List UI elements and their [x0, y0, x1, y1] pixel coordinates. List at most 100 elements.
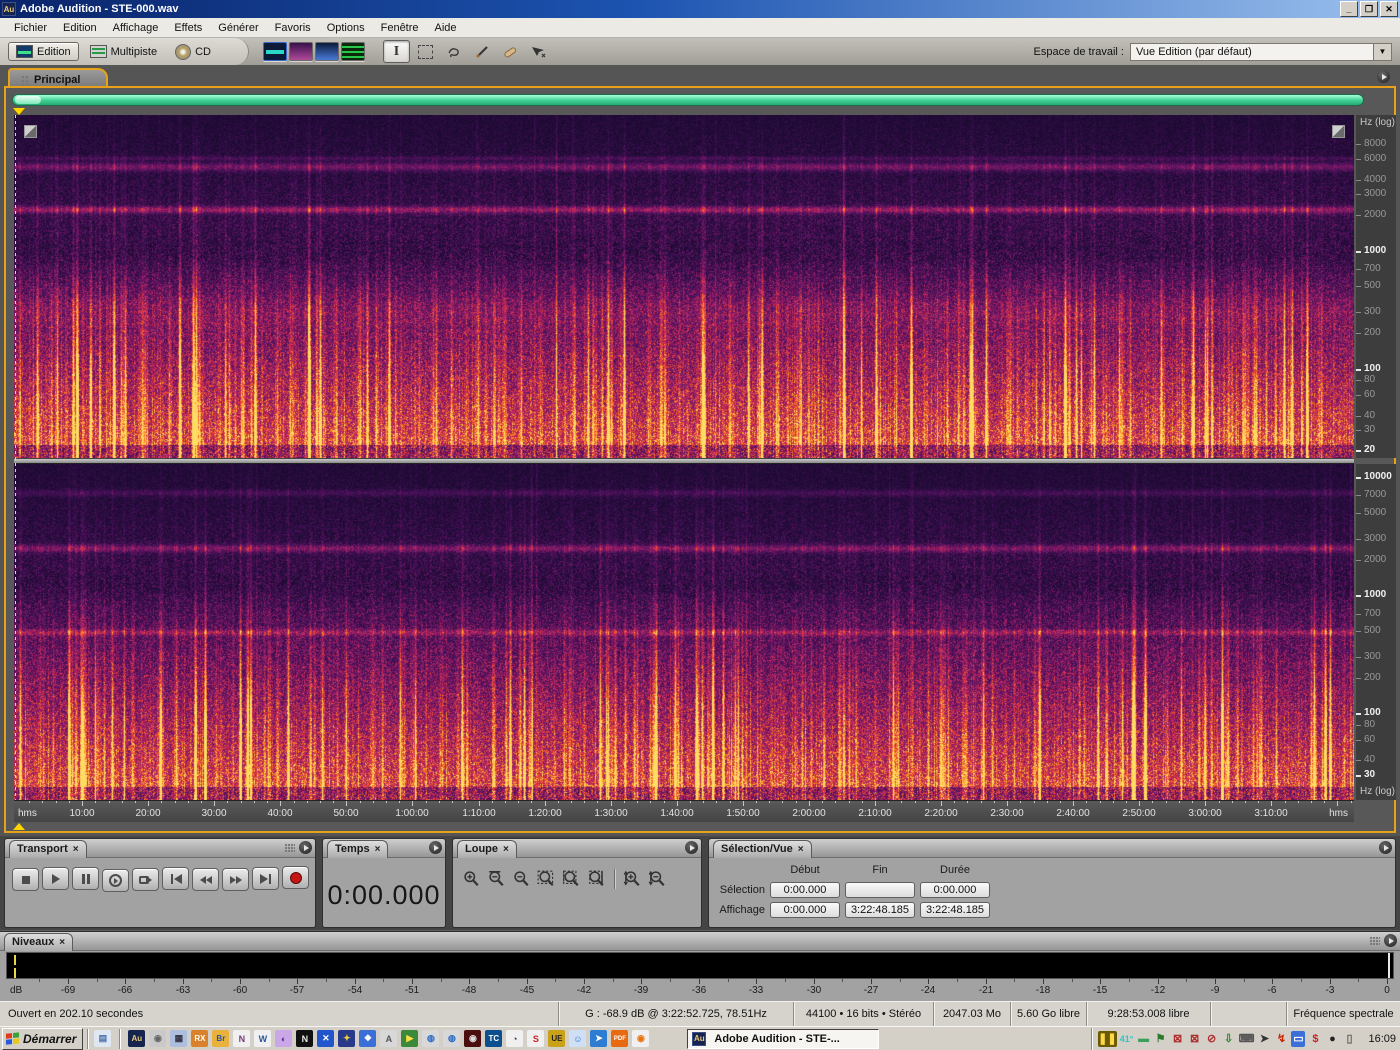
time-field[interactable]: 3:22:48.185 [845, 901, 915, 918]
close-tab-icon[interactable]: × [798, 844, 804, 855]
close-tab-icon[interactable]: × [59, 937, 65, 948]
pointer-tray-icon[interactable]: ➤ [1257, 1031, 1271, 1047]
panel-menu-icon[interactable] [685, 841, 698, 854]
globe-icon-1[interactable]: ◍ [422, 1030, 440, 1047]
level-meter[interactable] [6, 952, 1394, 979]
currency-tray-icon[interactable]: $ [1308, 1031, 1322, 1047]
menu-item-favoris[interactable]: Favoris [267, 20, 319, 36]
menu-item-fentre[interactable]: Fenêtre [373, 20, 427, 36]
pricetag-icon[interactable]: ❖ [359, 1030, 377, 1047]
audition-quicklaunch-icon[interactable]: Au [128, 1030, 146, 1047]
flag-tray-icon[interactable]: ⚑ [1154, 1031, 1168, 1047]
thunderbird-icon[interactable]: ➤ [590, 1030, 608, 1047]
fast-forward-button[interactable] [222, 868, 249, 891]
mouse-tray-icon[interactable]: ● [1325, 1031, 1339, 1047]
turbocad-icon[interactable]: TC [485, 1030, 503, 1047]
mode-tab-cd[interactable]: CD [168, 42, 218, 62]
spectral-frequency-display-icon[interactable] [289, 42, 313, 61]
time-ruler[interactable]: hms hms 10:00 20:00 30:00 40:00 50:00 1:00:00 1:… [14, 800, 1354, 822]
go-to-end-button[interactable] [252, 867, 279, 890]
word-icon[interactable]: W [254, 1030, 272, 1047]
zoom-to-selection-button[interactable] [534, 868, 559, 889]
panel-menu-icon[interactable] [299, 841, 312, 854]
calculator-icon[interactable]: ▦ [170, 1030, 188, 1047]
effects-paintbrush-tool-icon[interactable] [469, 41, 494, 62]
menu-item-aide[interactable]: Aide [427, 20, 465, 36]
record-button[interactable] [282, 866, 309, 889]
zoom-selection-right-button[interactable] [584, 868, 609, 889]
temps-tab[interactable]: Temps × [327, 839, 389, 858]
netscape-icon[interactable]: N [296, 1030, 314, 1047]
marquee-selection-tool-icon[interactable] [413, 41, 438, 62]
menu-item-edition[interactable]: Edition [55, 20, 105, 36]
play-from-cursor-button[interactable] [102, 869, 129, 892]
zoom-in-vertical-button[interactable] [620, 868, 645, 889]
pdf-icon[interactable]: PDF [611, 1030, 629, 1047]
playhead-bottom-marker[interactable] [13, 823, 25, 830]
zoom-in-button[interactable] [459, 868, 484, 889]
ultraedit-icon[interactable]: UE [548, 1030, 566, 1047]
horizontal-scrollbar[interactable] [12, 94, 1364, 106]
time-field[interactable]: 3:22:48.185 [920, 901, 990, 918]
onenote-icon[interactable]: N [233, 1030, 251, 1047]
waveform-display-icon[interactable] [263, 42, 287, 61]
display-tray-icon[interactable]: ▭ [1291, 1030, 1306, 1047]
scanner-tray-icon[interactable]: ⌨ [1239, 1031, 1255, 1047]
globe-icon-2[interactable]: ◍ [443, 1030, 461, 1047]
time-field[interactable]: 0:00.000 [920, 881, 990, 898]
starburst-icon[interactable]: ✦ [338, 1030, 356, 1047]
time-selection-tool-icon[interactable]: I [383, 40, 410, 63]
spectral-pan-display-icon[interactable] [315, 42, 339, 61]
pause-button[interactable] [72, 867, 99, 890]
zoom-out-vertical-button[interactable] [645, 868, 670, 889]
notes-tray-icon[interactable]: ▯ [1342, 1031, 1356, 1047]
selection-vue-tab[interactable]: Sélection/Vue × [713, 839, 812, 858]
panel-menu-icon[interactable] [1377, 70, 1390, 83]
player-icon[interactable]: ◉ [149, 1030, 167, 1047]
zoom-out-button[interactable] [509, 868, 534, 889]
corner-handle-icon-right[interactable] [1332, 125, 1345, 138]
network-offline-tray-icon-2[interactable]: ⊠ [1188, 1031, 1202, 1047]
close-tab-icon[interactable]: × [375, 844, 381, 855]
play-button[interactable] [42, 867, 69, 890]
network-offline-tray-icon-1[interactable]: ⊠ [1171, 1031, 1185, 1047]
messenger-icon[interactable]: ☺ [569, 1030, 587, 1047]
mode-tab-multipiste[interactable]: Multipiste [83, 43, 164, 60]
spectral-phase-display-icon[interactable] [341, 42, 365, 61]
task-button-audition[interactable]: Au Adobe Audition - STE-... [687, 1028, 880, 1049]
spectrogram-area[interactable] [14, 115, 1354, 800]
zoom-out-full-button[interactable] [484, 868, 509, 889]
lasso-selection-tool-icon[interactable] [441, 41, 466, 62]
menu-item-fichier[interactable]: Fichier [6, 20, 55, 36]
corner-handle-icon-left[interactable] [24, 125, 37, 138]
taskbar-clock[interactable]: 16:09 [1362, 1033, 1400, 1045]
rewind-button[interactable] [192, 868, 219, 891]
time-field[interactable] [845, 881, 915, 898]
loupe-tab[interactable]: Loupe × [457, 839, 517, 858]
media-tool-icon[interactable]: ▶ [401, 1030, 419, 1047]
minimized-app-tray-icon[interactable]: ▬ [1137, 1031, 1151, 1047]
niveaux-tab[interactable]: Niveaux × [4, 932, 74, 951]
xnview-icon[interactable]: ✕ [317, 1030, 335, 1047]
panel-menu-icon[interactable] [1379, 841, 1392, 854]
playhead-top-marker[interactable] [13, 108, 25, 115]
time-field[interactable]: 0:00.000 [770, 881, 840, 898]
blocked-connection-tray-icon[interactable]: ⊘ [1205, 1031, 1219, 1047]
panel-menu-icon[interactable] [429, 841, 442, 854]
spectrogram-right-channel[interactable] [14, 464, 1354, 800]
mode-tab-edition[interactable]: Edition [8, 42, 79, 61]
volume-meter-tray-icon[interactable]: ❚❚ [1098, 1030, 1117, 1047]
restore-button[interactable]: ❐ [1360, 1, 1378, 17]
workspace-select[interactable]: Vue Edition (par défaut) ▼ [1130, 42, 1392, 61]
acrobat-gray-icon[interactable]: A [380, 1030, 398, 1047]
transport-tab[interactable]: Transport × [9, 839, 87, 858]
temperature-tray-indicator[interactable]: 41° [1120, 1031, 1134, 1047]
minimize-button[interactable]: _ [1340, 1, 1358, 17]
update-tray-icon[interactable]: ⇩ [1222, 1031, 1236, 1047]
planet-icon[interactable]: ◐ [275, 1030, 293, 1047]
close-tab-icon[interactable]: × [503, 844, 509, 855]
bridge-icon[interactable]: Br [212, 1030, 230, 1047]
dial-icon[interactable]: ◔ [506, 1030, 524, 1047]
power-tray-icon[interactable]: ↯ [1274, 1031, 1288, 1047]
wmp-icon[interactable]: ◉ [632, 1030, 650, 1047]
